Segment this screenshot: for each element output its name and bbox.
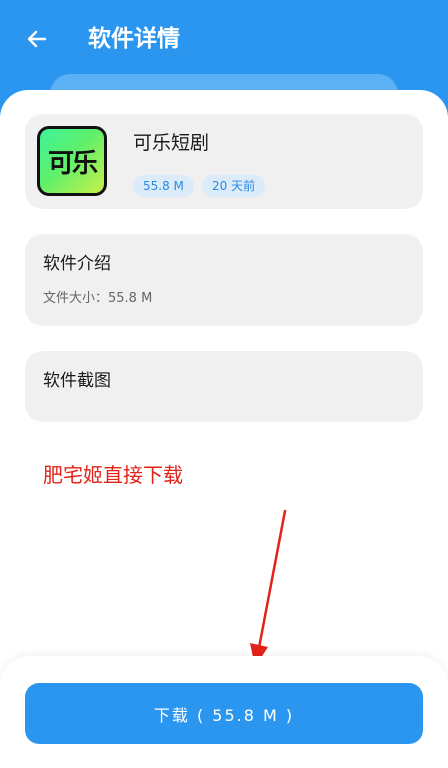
app-info-card: 可乐 可乐短剧 55.8 M 20 天前 xyxy=(25,114,423,209)
size-badge: 55.8 M xyxy=(133,175,194,197)
app-icon: 可乐 xyxy=(37,126,107,196)
promo-text: 肥宅姬直接下载 xyxy=(43,463,183,487)
app-logo: 可乐 xyxy=(40,129,104,193)
intro-file-size: 文件大小：55.8 M xyxy=(43,291,153,306)
app-name: 可乐短剧 xyxy=(133,132,210,154)
screenshots-heading: 软件截图 xyxy=(43,371,111,391)
intro-card: 软件介绍 文件大小：55.8 M xyxy=(25,234,423,326)
page-title: 软件详情 xyxy=(88,26,180,52)
arrow-left-icon xyxy=(27,30,47,48)
download-button[interactable]: 下载 ( 55.8 M ) xyxy=(25,683,423,744)
app-header: 软件详情 xyxy=(0,0,448,80)
intro-heading: 软件介绍 xyxy=(43,254,111,274)
back-button[interactable] xyxy=(22,24,52,54)
screenshots-card: 软件截图 xyxy=(25,351,423,422)
red-arrow-icon xyxy=(250,509,287,667)
date-badge: 20 天前 xyxy=(202,175,266,197)
